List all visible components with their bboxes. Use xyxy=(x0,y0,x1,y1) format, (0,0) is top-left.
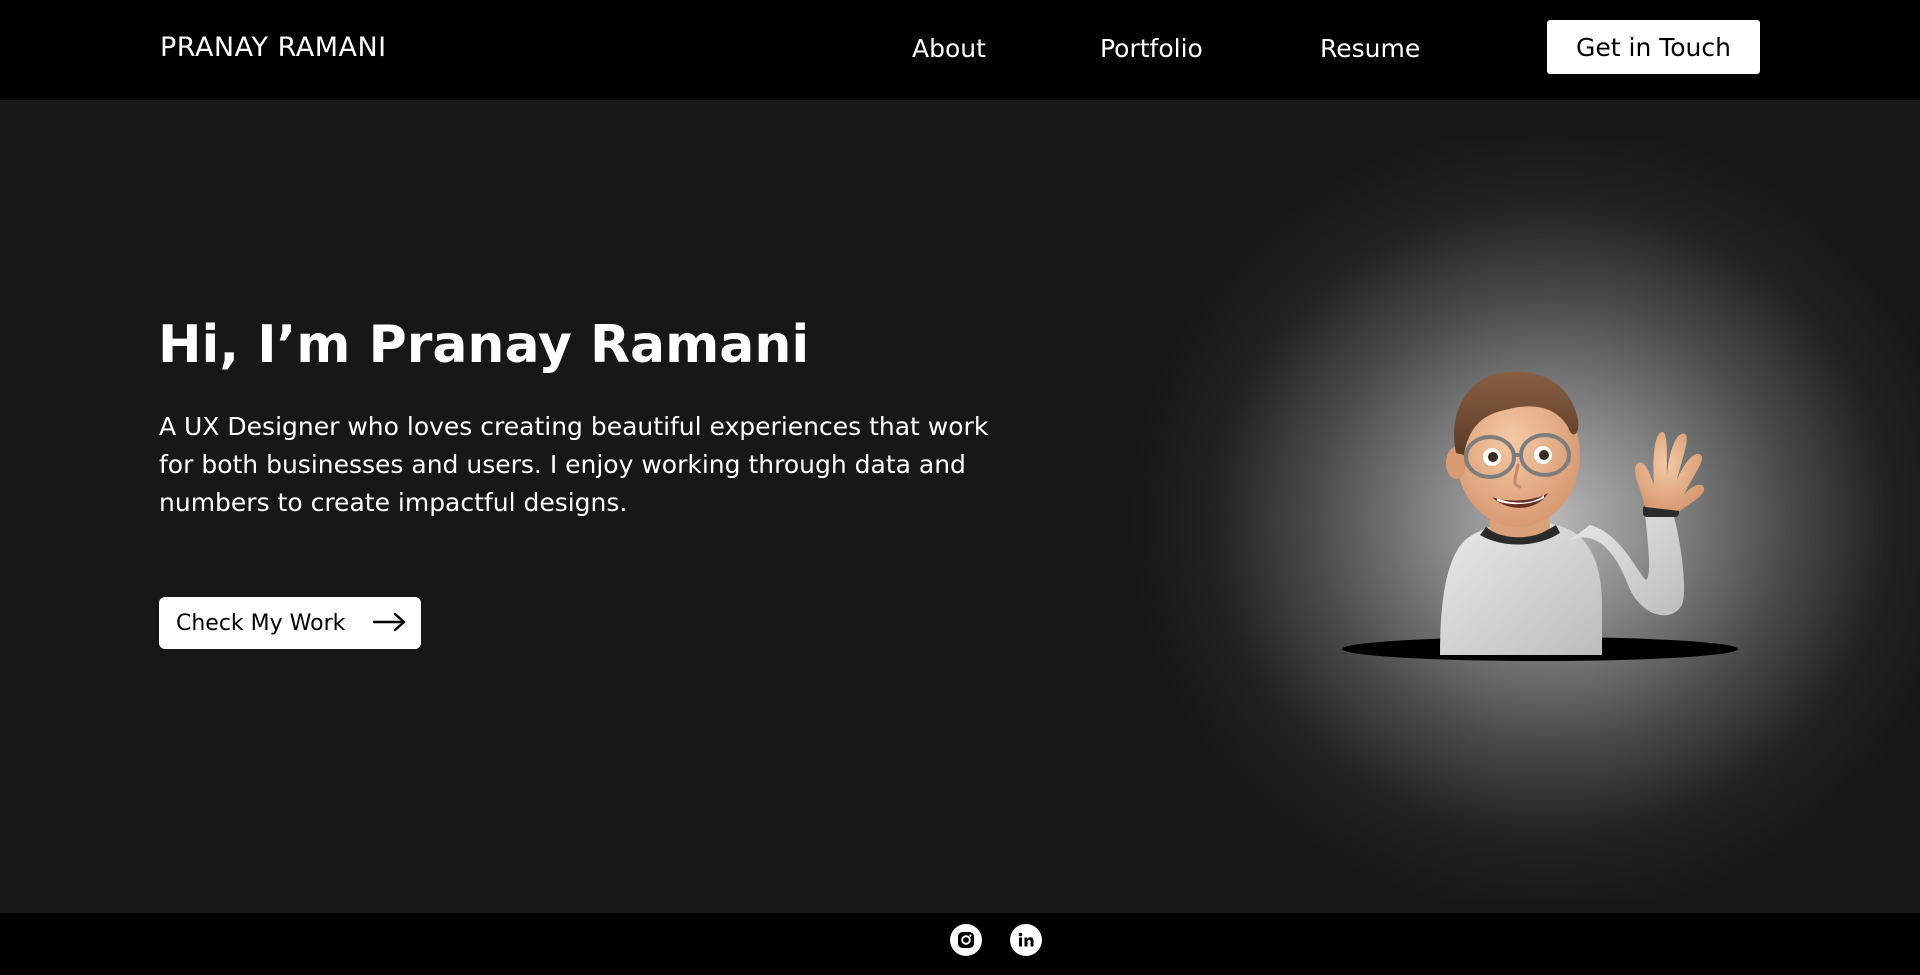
linkedin-icon xyxy=(1018,932,1034,947)
site-header: PRANAY RAMANI About Portfolio Resume Get… xyxy=(0,0,1920,100)
hero-title: Hi, I’m Pranay Ramani xyxy=(158,315,810,375)
check-my-work-button[interactable]: Check My Work xyxy=(159,597,421,649)
nav-resume[interactable]: Resume xyxy=(1320,34,1420,63)
hero-section: Hi, I’m Pranay Ramani A UX Designer who … xyxy=(0,100,1920,913)
site-footer xyxy=(0,913,1920,975)
brand-logo[interactable]: PRANAY RAMANI xyxy=(160,32,387,63)
arrow-right-icon xyxy=(373,612,406,632)
check-my-work-label: Check My Work xyxy=(176,610,346,636)
instagram-icon xyxy=(958,932,974,948)
get-in-touch-button[interactable]: Get in Touch xyxy=(1547,20,1760,74)
linkedin-link[interactable] xyxy=(1010,924,1042,956)
instagram-link[interactable] xyxy=(950,924,982,956)
nav-about[interactable]: About xyxy=(912,34,986,63)
nav-portfolio[interactable]: Portfolio xyxy=(1100,34,1203,63)
waving-avatar-illustration xyxy=(1342,371,1738,661)
hero-description: A UX Designer who loves creating beautif… xyxy=(159,412,989,517)
